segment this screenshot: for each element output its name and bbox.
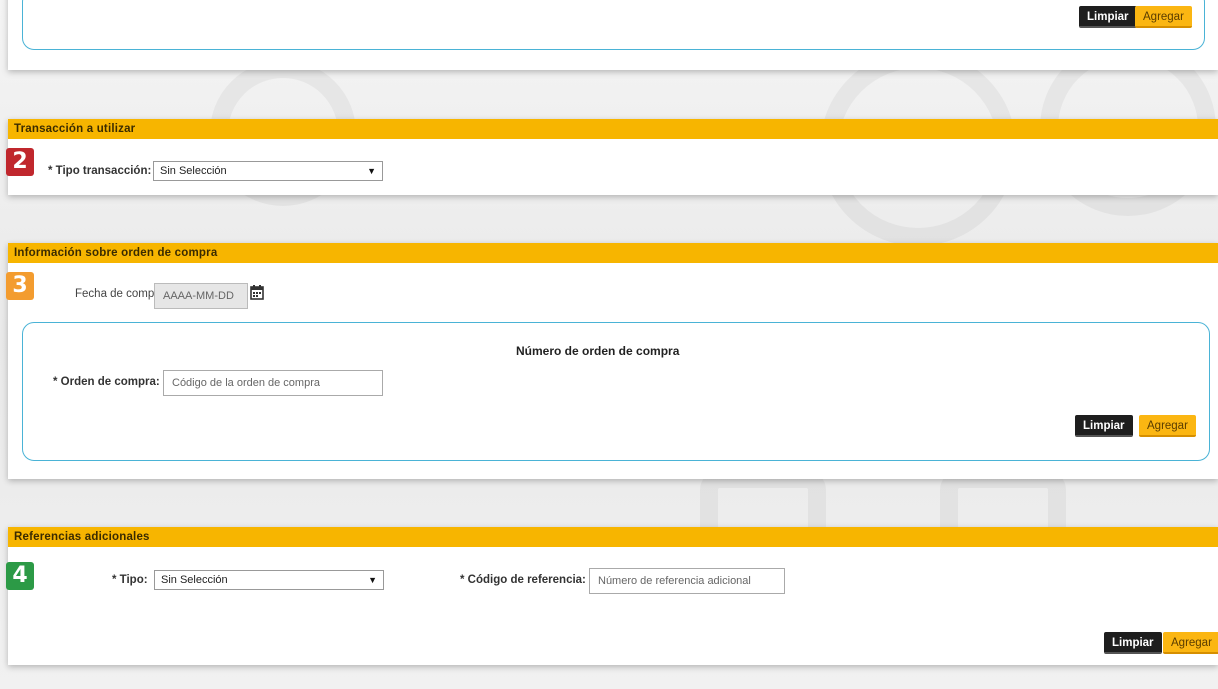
step-3-badge: 3 bbox=[6, 272, 34, 300]
additional-references-panel: Referencias adicionales * Tipo: Sin Sele… bbox=[8, 527, 1218, 665]
add-button[interactable]: Agregar bbox=[1139, 415, 1196, 437]
dropdown-caret-icon: ▼ bbox=[367, 166, 376, 176]
section1-panel: Limpiar Agregar bbox=[8, 0, 1218, 70]
reference-type-value: Sin Selección bbox=[161, 574, 228, 586]
clear-button[interactable]: Limpiar bbox=[1075, 415, 1133, 437]
step-2-badge: 2 bbox=[6, 148, 34, 176]
purchase-order-subbox: Número de orden de compra * Orden de com… bbox=[22, 322, 1210, 461]
calendar-icon[interactable] bbox=[250, 285, 264, 300]
purchase-order-input[interactable] bbox=[163, 370, 383, 396]
reference-type-label: * Tipo: bbox=[112, 574, 148, 586]
clear-button[interactable]: Limpiar bbox=[1079, 6, 1137, 28]
section-header: Referencias adicionales bbox=[8, 527, 1218, 547]
section-header: Información sobre orden de compra bbox=[8, 243, 1218, 263]
reference-code-input[interactable] bbox=[589, 568, 785, 594]
clear-button[interactable]: Limpiar bbox=[1104, 632, 1162, 654]
purchase-date-input[interactable] bbox=[154, 283, 248, 309]
reference-code-label: * Código de referencia: bbox=[460, 574, 586, 586]
transaction-type-select[interactable]: Sin Selección ▼ bbox=[153, 161, 383, 181]
purchase-order-label: * Orden de compra: bbox=[53, 376, 160, 388]
transaction-type-value: Sin Selección bbox=[160, 165, 227, 177]
purchase-order-panel: Información sobre orden de compra Fecha … bbox=[8, 243, 1218, 479]
reference-type-select[interactable]: Sin Selección ▼ bbox=[154, 570, 384, 590]
subbox-title: Número de orden de compra bbox=[516, 344, 680, 358]
add-button[interactable]: Agregar bbox=[1163, 632, 1218, 654]
section-header: Transacción a utilizar bbox=[8, 119, 1218, 139]
step-4-badge: 4 bbox=[6, 562, 34, 590]
section1-subbox: Limpiar Agregar bbox=[22, 0, 1205, 50]
dropdown-caret-icon: ▼ bbox=[368, 575, 377, 585]
transaction-panel: Transacción a utilizar * Tipo transacció… bbox=[8, 119, 1218, 195]
transaction-type-label: * Tipo transacción: bbox=[48, 165, 152, 177]
add-button[interactable]: Agregar bbox=[1135, 6, 1192, 28]
